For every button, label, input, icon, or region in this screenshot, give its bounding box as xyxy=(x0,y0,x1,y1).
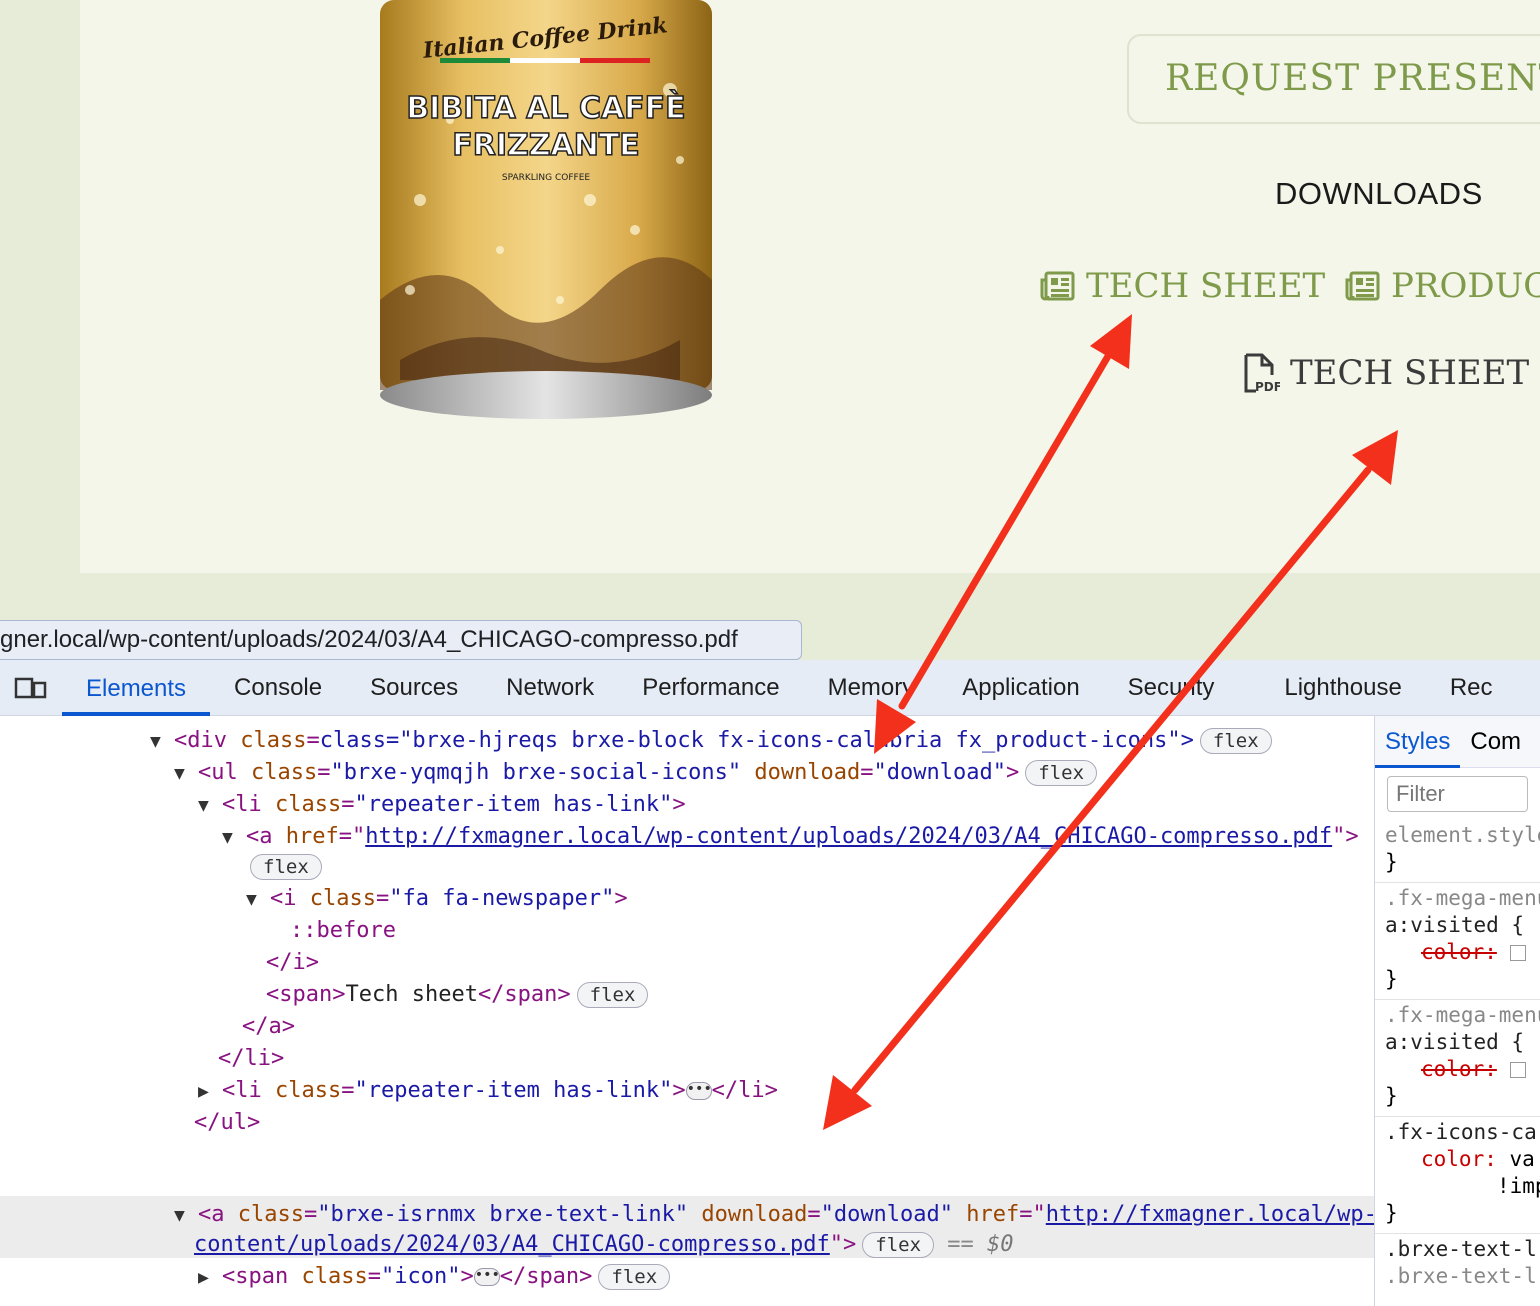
tech-sheet-text-link[interactable]: PDF TECH SHEET xyxy=(1242,353,1529,393)
styles-pane: Styles Com Filter element.style { } .fx-… xyxy=(1374,716,1540,1306)
devtools-tab-bar: Elements Console Sources Network Perform… xyxy=(0,660,1540,716)
ellipsis-badge[interactable]: ••• xyxy=(473,1268,500,1286)
elements-dom-tree: ▼ <div class=class="brxe-hjreqs brxe-bloc… xyxy=(0,716,1374,1306)
link-url-tooltip: gner.local/wp-content/uploads/2024/03/A4… xyxy=(0,620,802,660)
web-page: Italian Coffee Drink BIBITA AL CAFFÈ FRI… xyxy=(0,0,1540,660)
tab-elements[interactable]: Elements xyxy=(62,660,211,716)
styles-filter-input[interactable]: Filter xyxy=(1387,776,1528,812)
device-toggle-icon[interactable] xyxy=(0,660,62,716)
dom-node-span[interactable]: <span>Tech sheet</span> flex xyxy=(266,980,649,1010)
tech-sheet-download-link[interactable]: TECH SHEET xyxy=(1040,266,1325,306)
dom-node-selected-a[interactable]: ▼ <a class="brxe-isrnmx brxe-text-link" d… xyxy=(174,1200,1374,1230)
dom-node-a[interactable]: ▼ <a href="http://fxmagner.local/wp-conte… xyxy=(222,822,1359,852)
can-line1: BIBITA AL CAFFÈ xyxy=(406,90,685,126)
tech-sheet-label: TECH SHEET xyxy=(1086,266,1326,306)
newspaper-icon xyxy=(1345,271,1380,301)
tab-computed[interactable]: Com xyxy=(1460,716,1531,768)
dom-node-li-collapsed[interactable]: ▶ <li class="repeater-item has-link">•••<… xyxy=(198,1076,778,1106)
flex-badge[interactable]: flex xyxy=(250,854,322,880)
tab-lighthouse[interactable]: Lighthouse xyxy=(1238,660,1425,716)
tab-memory[interactable]: Memory xyxy=(804,660,939,716)
flex-badge[interactable]: flex xyxy=(576,982,649,1008)
product-can-image: Italian Coffee Drink BIBITA AL CAFFÈ FRI… xyxy=(380,0,712,419)
tab-styles[interactable]: Styles xyxy=(1375,716,1461,768)
tab-console[interactable]: Console xyxy=(210,660,346,716)
file-pdf-icon: PDF xyxy=(1244,353,1280,393)
pdf-icon-label: PDF xyxy=(1255,380,1280,393)
product-label: PRODUCT xyxy=(1391,266,1540,306)
href-link[interactable]: http://fxmagner.local/wp- xyxy=(1046,1202,1374,1227)
href-link-cont[interactable]: content/uploads/2024/03/A4_CHICAGO-compr… xyxy=(194,1232,830,1257)
flex-badge[interactable]: flex xyxy=(1025,760,1098,786)
flex-badge[interactable]: flex xyxy=(1199,728,1272,754)
dom-node-div[interactable]: ▼ <div class=class="brxe-hjreqs brxe-bloc… xyxy=(150,726,1272,756)
tab-application[interactable]: Application xyxy=(938,660,1103,716)
tab-network[interactable]: Network xyxy=(482,660,618,716)
ellipsis-badge[interactable]: ••• xyxy=(685,1082,712,1100)
tab-sources[interactable]: Sources xyxy=(346,660,482,716)
can-line2: FRIZZANTE xyxy=(452,128,640,163)
can-tag: SPARKLING COFFEE xyxy=(502,173,591,183)
tab-recorder[interactable]: Rec xyxy=(1426,660,1517,716)
newspaper-icon xyxy=(1040,271,1075,301)
downloads-heading: DOWNLOADS xyxy=(1275,176,1483,211)
dom-node-ul[interactable]: ▼ <ul class="brxe-yqmqjh brxe-social-icon… xyxy=(174,758,1098,788)
href-link[interactable]: http://fxmagner.local/wp-content/uploads… xyxy=(365,824,1332,849)
tab-performance[interactable]: Performance xyxy=(618,660,803,716)
tech-sheet-label: TECH SHEET xyxy=(1290,353,1530,393)
flex-badge[interactable]: flex xyxy=(862,1232,935,1258)
devtools-panel: Elements Console Sources Network Perform… xyxy=(0,660,1540,1306)
tab-security[interactable]: Security xyxy=(1104,660,1239,716)
dom-node-li[interactable]: ▼ <li class="repeater-item has-link"> xyxy=(198,790,686,820)
dom-node-i[interactable]: ▼ <i class="fa fa-newspaper"> xyxy=(246,884,628,914)
request-presentation-button[interactable]: REQUEST PRESENTATIO xyxy=(1127,34,1540,124)
dom-node-span-icon[interactable]: ▶ <span class="icon">•••</span> flex xyxy=(198,1262,671,1292)
pseudo-before[interactable]: ::before xyxy=(290,916,396,946)
product-download-link[interactable]: PRODUCT xyxy=(1345,266,1540,306)
flex-badge[interactable]: flex xyxy=(598,1264,671,1290)
